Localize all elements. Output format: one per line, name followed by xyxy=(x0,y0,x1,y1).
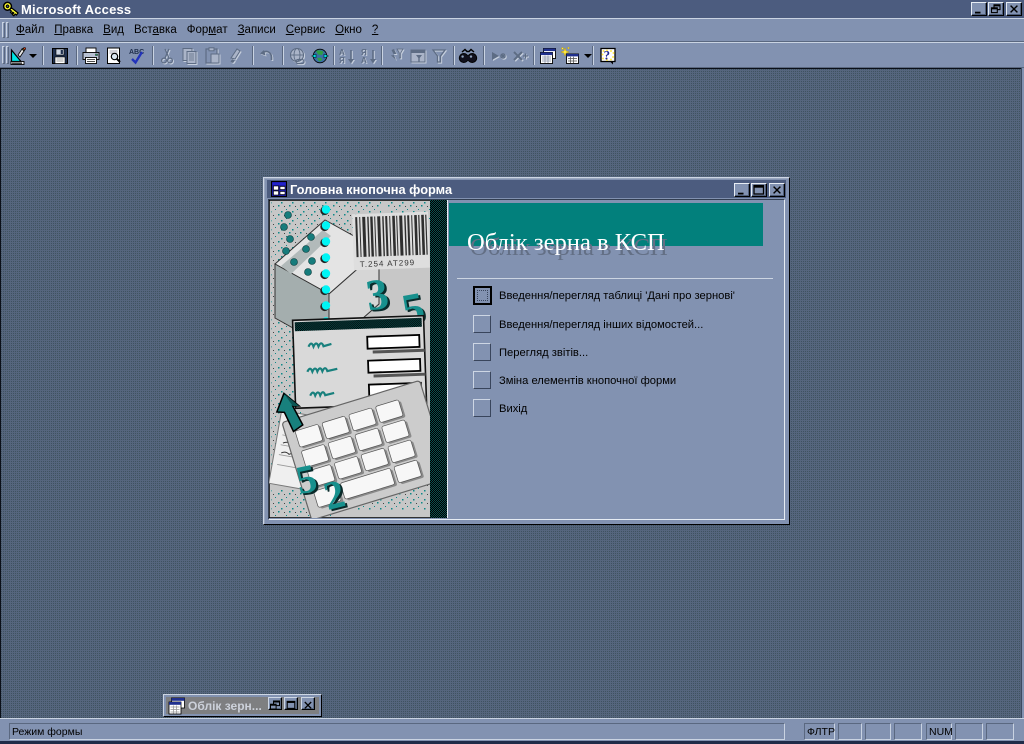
svg-text:?: ? xyxy=(604,49,610,63)
svg-text:Я: Я xyxy=(339,56,345,65)
svg-text:А: А xyxy=(361,56,367,65)
